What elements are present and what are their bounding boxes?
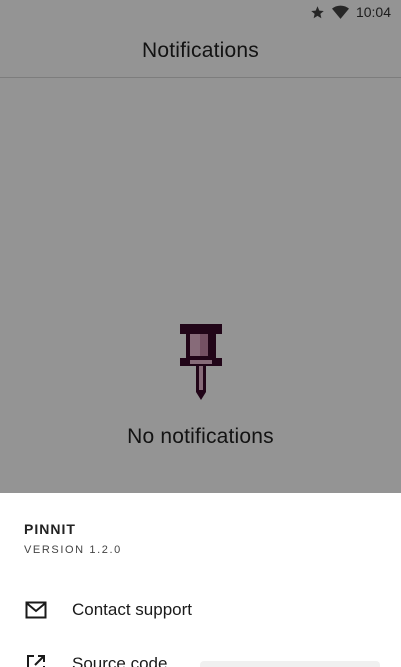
modal-scrim[interactable] (0, 0, 401, 493)
open-external-icon (24, 652, 48, 667)
source-code-label: Source code (72, 654, 168, 667)
app-screen: 10:04 Notifications No notifications PIN… (0, 0, 401, 667)
app-version: VERSION 1.2.0 (24, 544, 122, 556)
contact-support-label: Contact support (72, 600, 193, 619)
contact-support-button[interactable]: Contact support (0, 587, 401, 633)
about-bottom-sheet: PINNIT VERSION 1.2.0 Contact support Sou… (0, 493, 401, 667)
source-code-button[interactable]: Source code (0, 641, 401, 667)
mail-icon (24, 598, 48, 622)
app-name: PINNIT (24, 521, 76, 537)
